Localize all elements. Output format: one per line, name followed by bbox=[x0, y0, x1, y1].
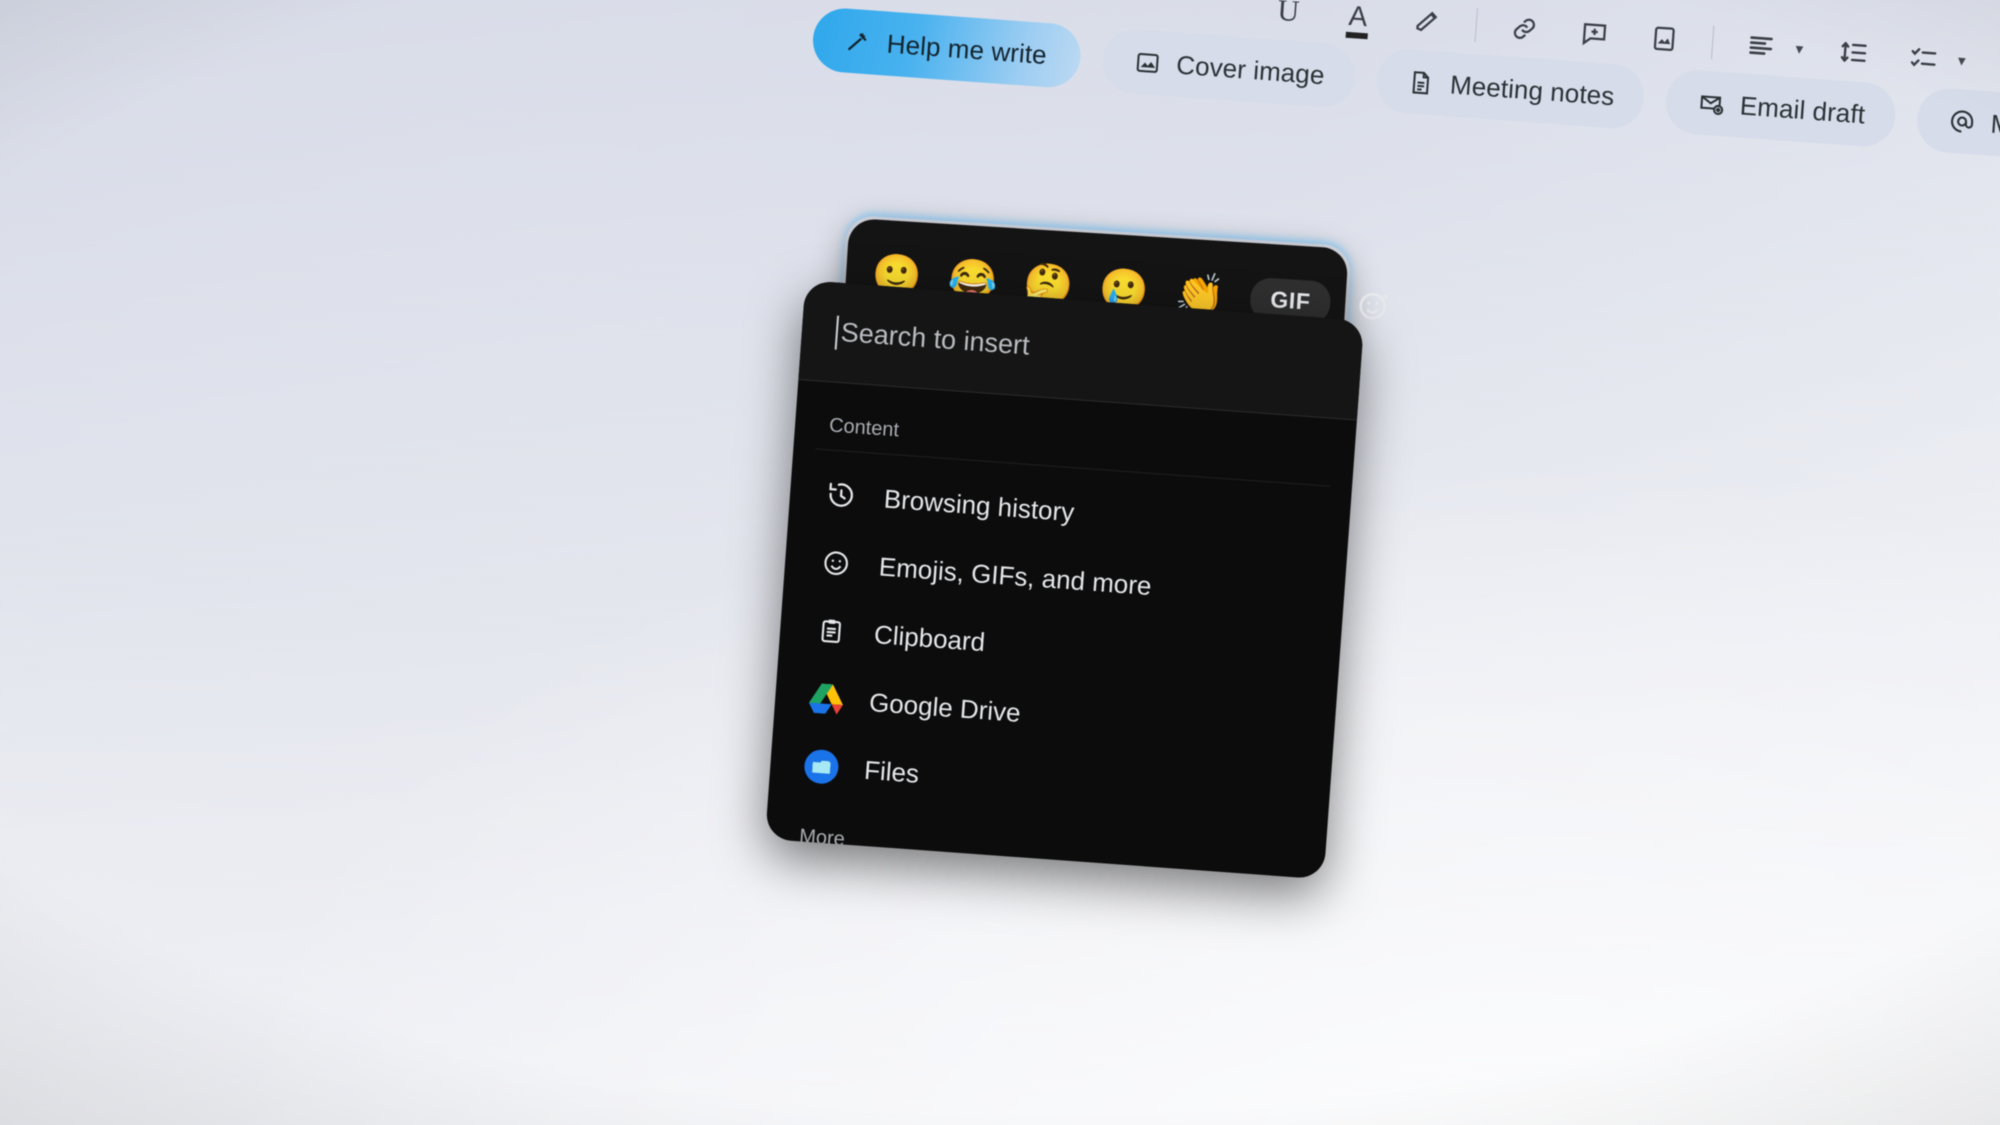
docs-ui: U A ▼ ▼ Help me write Cover image Meetin… bbox=[58, 0, 2000, 1125]
chip-more[interactable]: More bbox=[1914, 86, 2000, 163]
list-item-label: Browsing history bbox=[882, 483, 1076, 527]
chip-label: More bbox=[1989, 108, 2000, 143]
search-input-placeholder: Search to insert bbox=[839, 317, 1031, 361]
laptop-screen: U A ▼ ▼ Help me write Cover image Meetin… bbox=[0, 0, 2000, 1125]
history-icon bbox=[823, 477, 859, 513]
emoji-sparkle-icon[interactable] bbox=[1355, 283, 1394, 329]
checklist-caret-icon[interactable]: ▼ bbox=[1955, 52, 1969, 68]
chip-label: Cover image bbox=[1175, 49, 1326, 90]
underline-icon[interactable]: U bbox=[1265, 0, 1312, 35]
insert-list: Content Browsing history Emojis, GIFs, a… bbox=[765, 380, 1357, 879]
text-cursor bbox=[834, 315, 840, 350]
checklist-icon[interactable] bbox=[1900, 34, 1947, 81]
chip-label: Help me write bbox=[885, 28, 1048, 70]
align-caret-icon[interactable]: ▼ bbox=[1792, 41, 1806, 57]
line-spacing-icon[interactable] bbox=[1830, 29, 1877, 76]
list-item-label: Files bbox=[863, 754, 921, 789]
emoji-smiley-icon bbox=[818, 545, 854, 581]
chip-help-me-write[interactable]: Help me write bbox=[810, 6, 1083, 90]
text-color-icon[interactable]: A bbox=[1335, 0, 1382, 40]
image-icon bbox=[1131, 46, 1163, 78]
document-icon bbox=[1405, 66, 1437, 98]
email-plus-icon bbox=[1695, 87, 1727, 119]
photo-frame: U A ▼ ▼ Help me write Cover image Meetin… bbox=[0, 0, 2000, 1125]
list-item-label: Google Drive bbox=[868, 686, 1022, 728]
insert-popup: Search to insert Content Browsing histor… bbox=[765, 280, 1365, 880]
toolbar-divider-2 bbox=[1710, 25, 1715, 60]
add-comment-icon[interactable] bbox=[1571, 10, 1618, 57]
files-icon bbox=[803, 748, 840, 785]
align-left-icon[interactable] bbox=[1738, 22, 1785, 69]
toolbar-divider bbox=[1474, 8, 1479, 43]
insert-image-icon[interactable] bbox=[1641, 15, 1688, 62]
chip-label: Email draft bbox=[1738, 89, 1867, 129]
list-item-label: Emojis, GIFs, and more bbox=[878, 550, 1153, 601]
chip-label: Meeting notes bbox=[1449, 68, 1616, 111]
at-sign-icon bbox=[1946, 105, 1978, 137]
list-item-label: Clipboard bbox=[873, 618, 987, 657]
clipboard-icon bbox=[813, 613, 849, 649]
highlight-pen-icon[interactable] bbox=[1404, 0, 1451, 45]
magic-pen-icon bbox=[842, 25, 874, 57]
insert-link-icon[interactable] bbox=[1501, 5, 1548, 52]
google-drive-icon bbox=[808, 681, 844, 717]
bulleted-list-icon[interactable] bbox=[1993, 41, 2000, 88]
